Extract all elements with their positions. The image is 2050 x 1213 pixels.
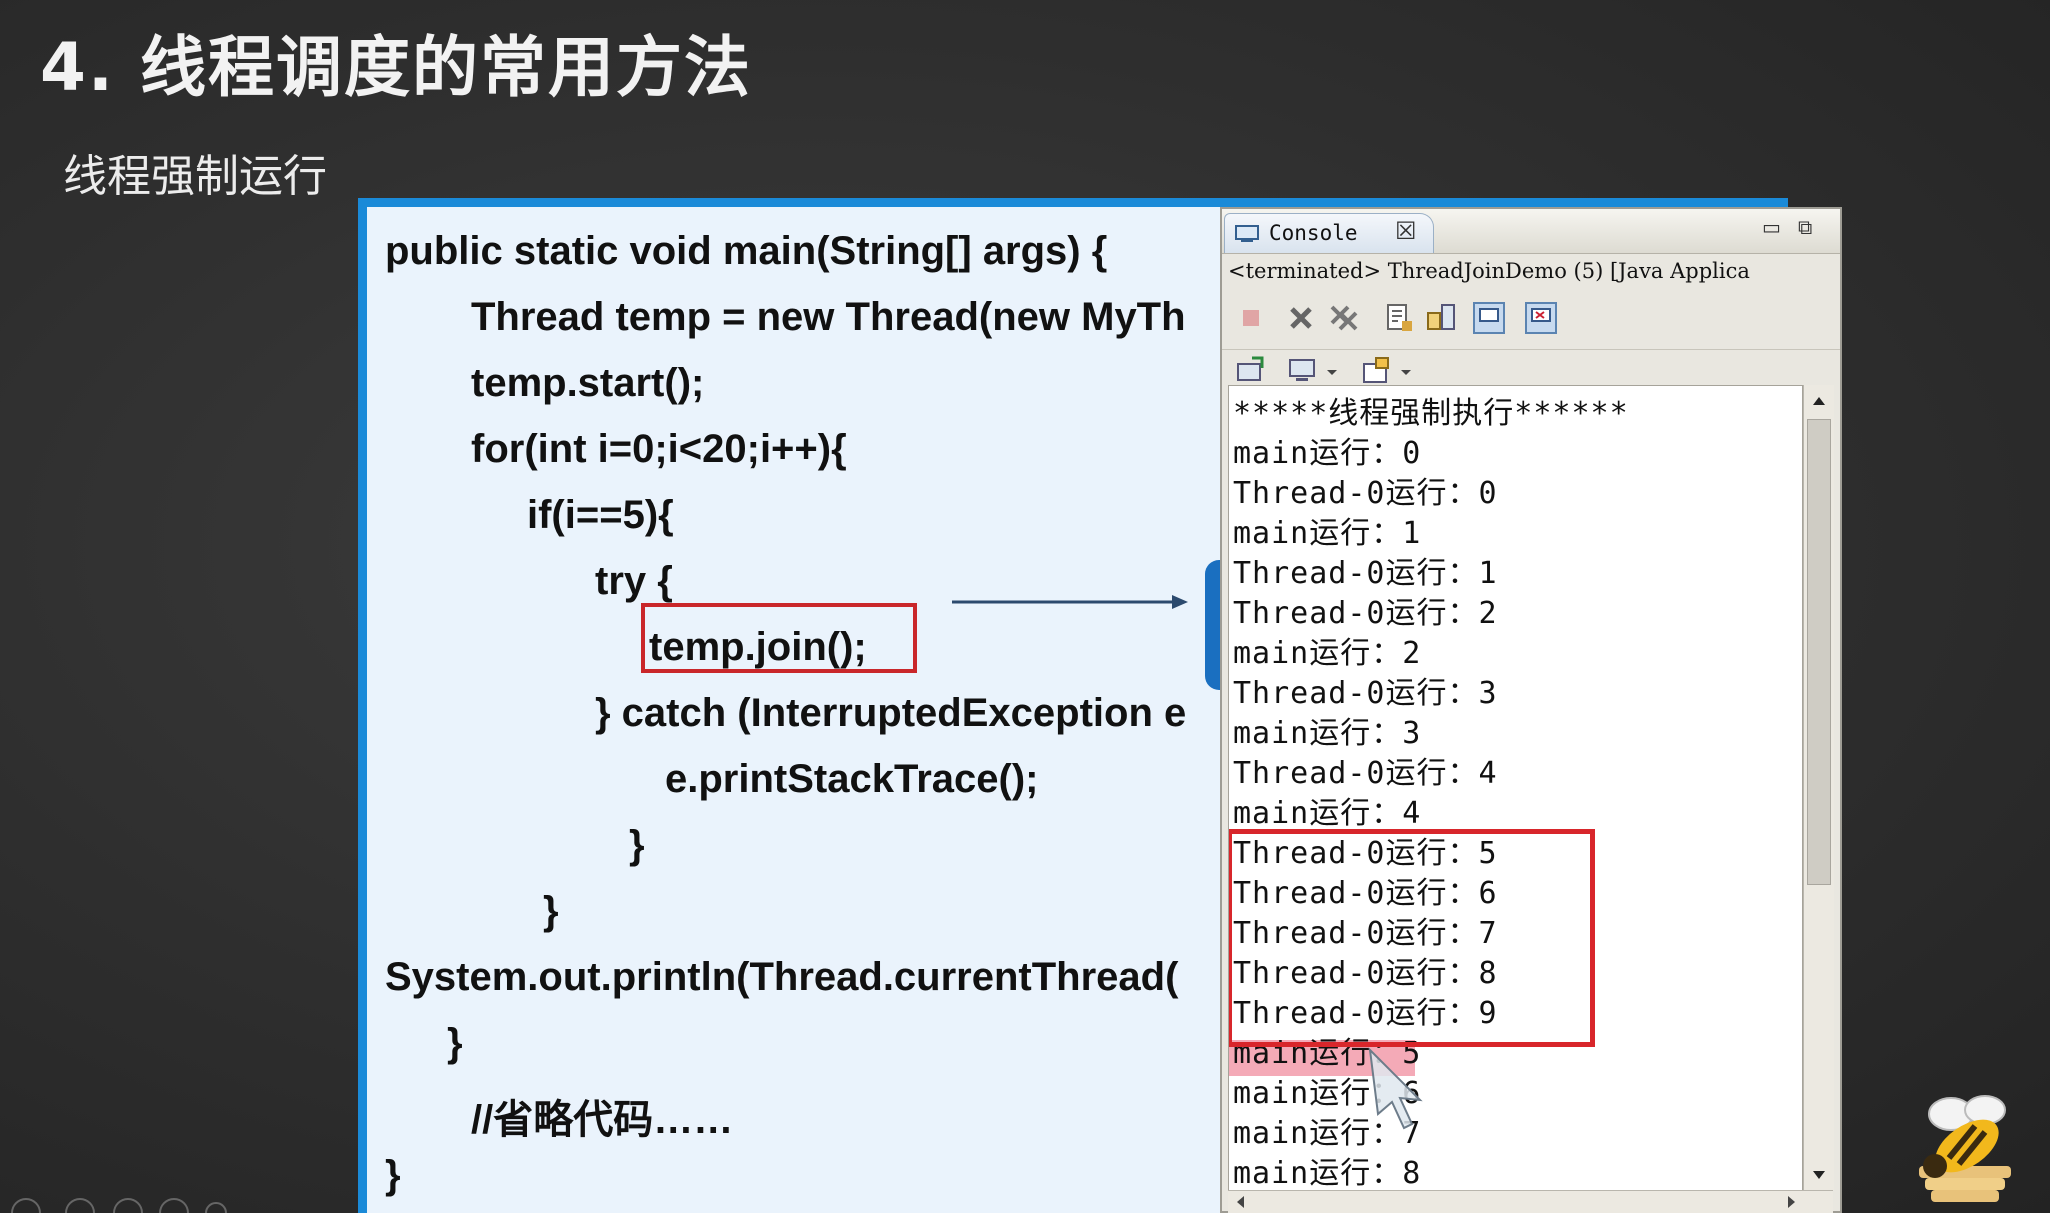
code-line: try {: [595, 559, 673, 603]
scroll-lock-icon[interactable]: [1382, 301, 1416, 335]
remove-launch-icon[interactable]: [1284, 301, 1318, 335]
slide-nav-dots[interactable]: [8, 1196, 228, 1213]
minimize-button[interactable]: ▭: [1762, 215, 1781, 239]
output-line: main运行：2: [1233, 636, 1422, 671]
bee-logo-icon: [1919, 1095, 2011, 1202]
code-line: System.out.println(Thread.currentThread(: [385, 955, 1179, 999]
console-output[interactable]: *****线程强制执行****** main运行：0 Thread-0运行：0 …: [1228, 385, 1803, 1192]
output-line: main运行：1: [1233, 516, 1422, 551]
code-line: }: [629, 823, 645, 867]
remove-all-icon[interactable]: [1326, 301, 1360, 335]
new-console-icon[interactable]: [1286, 354, 1320, 388]
chevron-down-icon[interactable]: [1322, 354, 1342, 388]
display-console-icon[interactable]: [1234, 354, 1268, 388]
console-tabbar: Console ☒ ▭ ⧉: [1222, 209, 1840, 254]
output-line: main运行：8: [1233, 1156, 1422, 1191]
console-icon: [1235, 225, 1259, 242]
code-line: if(i==5){: [527, 493, 674, 537]
chevron-down-icon[interactable]: [1396, 354, 1416, 388]
console-view: Console ☒ ▭ ⧉ <terminated> ThreadJoinDem…: [1220, 207, 1842, 1213]
scrollbar-thumb[interactable]: [1807, 419, 1831, 885]
code-line: e.printStackTrace();: [665, 757, 1039, 801]
open-console-icon[interactable]: [1524, 301, 1558, 335]
vertical-scrollbar[interactable]: [1803, 385, 1834, 1190]
console-status: <terminated> ThreadJoinDemo (5) [Java Ap…: [1228, 259, 1750, 283]
output-line: Thread-0运行：0: [1233, 476, 1498, 511]
code-line: }: [543, 889, 559, 933]
console-toolbar: [1222, 293, 1840, 345]
console-tab-label: Console: [1269, 221, 1358, 245]
output-line: *****线程强制执行******: [1233, 396, 1629, 431]
join-highlight-box: [641, 603, 917, 673]
output-line: Thread-0运行：1: [1233, 556, 1498, 591]
show-console-icon[interactable]: [1424, 301, 1458, 335]
output-line: Thread-0运行：4: [1233, 756, 1498, 791]
pin-icon[interactable]: [1472, 301, 1506, 335]
slide-title: 4. 线程调度的常用方法: [40, 29, 752, 106]
close-icon[interactable]: ☒: [1395, 217, 1417, 245]
open-file-console-icon[interactable]: [1360, 354, 1394, 388]
scroll-up-icon[interactable]: [1809, 391, 1829, 411]
terminate-icon[interactable]: [1234, 301, 1268, 335]
code-line: }: [447, 1021, 463, 1065]
output-line: main运行：4: [1233, 796, 1422, 831]
code-line: }: [385, 1153, 401, 1197]
restore-button[interactable]: ⧉: [1798, 215, 1812, 239]
output-line: main运行：0: [1233, 436, 1422, 471]
output-line: Thread-0运行：3: [1233, 676, 1498, 711]
arrow-icon: [952, 595, 1188, 609]
slide-subtitle: 线程强制运行: [63, 151, 327, 202]
mouse-cursor-icon: [1368, 1047, 1423, 1130]
output-highlight-box: [1229, 829, 1595, 1047]
code-line: } catch (InterruptedException e: [595, 691, 1187, 735]
code-line: Thread temp = new Thread(new MyTh: [471, 295, 1186, 339]
output-line: main运行：3: [1233, 716, 1422, 751]
output-line: Thread-0运行：2: [1233, 596, 1498, 631]
code-line: public static void main(String[] args) {: [385, 229, 1108, 273]
scroll-left-icon[interactable]: [1232, 1193, 1250, 1211]
code-line: temp.start();: [471, 361, 705, 405]
code-line: //省略代码……: [471, 1098, 734, 1142]
scroll-right-icon[interactable]: [1782, 1193, 1800, 1211]
scroll-down-icon[interactable]: [1809, 1165, 1829, 1185]
console-tab[interactable]: Console ☒: [1224, 213, 1434, 253]
horizontal-scrollbar[interactable]: [1228, 1190, 1833, 1213]
code-line: for(int i=0;i<20;i++){: [471, 427, 847, 471]
